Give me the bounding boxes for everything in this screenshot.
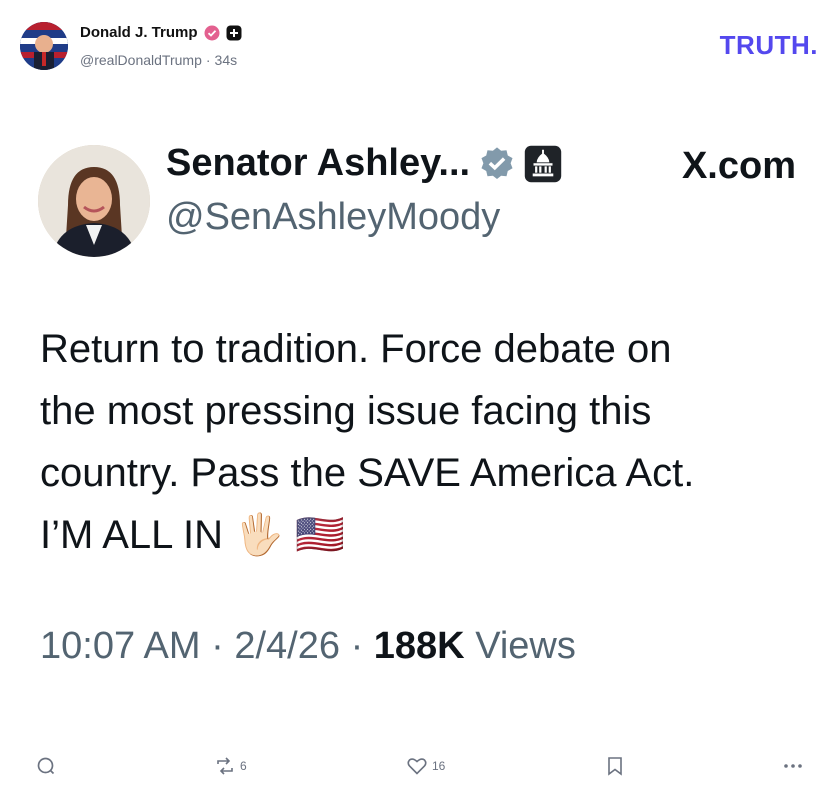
avatar-image [20,22,68,70]
reply-button[interactable] [36,756,56,776]
post-age[interactable]: 34s [215,52,238,68]
tweet-meta: 10:07 AM · 2/4/26 · 188K Views [40,625,576,668]
like-count: 16 [432,759,446,773]
tweet-text-line: the most pressing issue facing this [40,389,652,433]
poster-meta: @realDonaldTrump · 34s [80,52,237,68]
retruth-icon [217,757,233,775]
tweet-meta-separator: · [211,625,224,667]
tweet-text-line: I’M ALL IN [40,513,224,557]
tweet-views-count: 188K [373,625,465,667]
tweet-avatar-image [38,145,150,257]
us-flag-emoji: 🇺🇸 [295,513,345,557]
tweet-display-name: Senator Ashley... [166,142,471,184]
more-options-icon [784,764,802,768]
raised-hand-emoji: 🖐🏻 [234,513,284,557]
tweet-handle: @SenAshleyMoody [166,196,501,238]
meta-separator: · [205,52,211,68]
tweet-date: 2/4/26 [234,625,340,667]
poster-avatar[interactable] [20,22,68,70]
tweet-body: Return to tradition. Force debate on the… [40,318,820,566]
post-header: Donald J. Trump @realDonaldTrump · 34s T… [0,0,840,90]
tweet-text-line-last: I’M ALL IN 🖐🏻 🇺🇸 [40,504,820,566]
bookmark-icon [608,757,622,776]
gray-verified-badge-icon [481,146,513,179]
tweet-text-line: country. Pass the SAVE America Act. [40,451,695,495]
truth-logo[interactable]: TRUTH. [720,30,818,61]
plus-square-icon [226,25,242,40]
verified-badge-icon [204,25,220,40]
tweet-views-label: Views [475,625,576,667]
reply-icon [37,757,55,775]
heart-icon [407,758,427,775]
poster-name[interactable]: Donald J. Trump [80,24,198,41]
tweet-name-row: Senator Ashley... [166,142,562,185]
retruth-count: 6 [240,759,247,773]
retruth-button[interactable]: 6 [214,756,247,776]
tweet-author-avatar [38,145,150,257]
tweet-source-label: X.com [681,145,796,187]
truth-logo-dot: . [810,30,818,60]
capitol-building-icon [524,145,562,182]
like-button[interactable]: 16 [406,756,445,776]
poster-name-row: Donald J. Trump [80,24,242,41]
more-options-button[interactable] [782,756,804,776]
tweet-text-line: Return to tradition. Force debate on [40,327,672,371]
bookmark-button[interactable] [606,756,624,776]
tweet-meta-separator: · [350,625,364,667]
truth-logo-text: TRUTH [719,30,811,60]
poster-handle[interactable]: @realDonaldTrump [80,52,202,68]
tweet-time: 10:07 AM [40,625,201,667]
post-action-bar: 6 16 [0,748,840,788]
